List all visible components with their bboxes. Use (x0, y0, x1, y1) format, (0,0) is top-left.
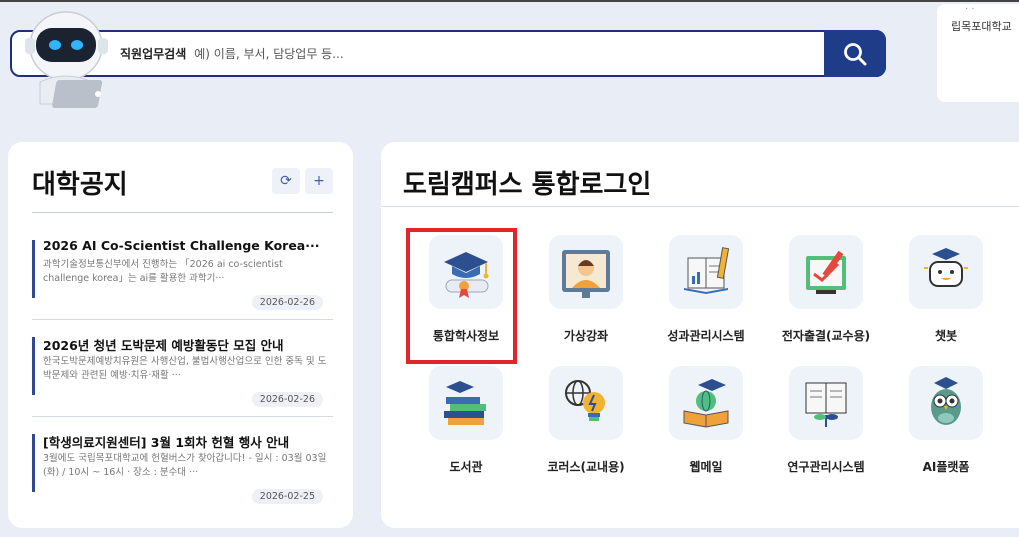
staff-search-bar: 직원업무검색 (10, 30, 886, 77)
university-notices-panel: 대학공지 ⟳ + 2026 AI Co-Scientist Challenge … (8, 142, 353, 528)
tile-label: AI플랫폼 (922, 460, 970, 474)
notices-divider (32, 212, 333, 213)
virtual-lecture-icon (562, 250, 610, 298)
notice-title: 2026 AI Co-Scientist Challenge Korea··· (43, 238, 320, 253)
notice-accent-bar (32, 337, 35, 395)
refresh-button[interactable]: ⟳ (272, 168, 300, 194)
refresh-icon: ⟳ (280, 173, 292, 189)
notice-item[interactable]: 2026년 청년 도박문제 예방활동단 모집 안내 한국도박문제예방치유원은 사… (32, 335, 333, 421)
search-icon (844, 42, 867, 65)
search-input[interactable] (194, 46, 715, 61)
tile-label: 연구관리시스템 (787, 460, 865, 474)
notices-title: 대학공지 (32, 170, 128, 200)
search-label: 직원업무검색 (120, 47, 187, 61)
tile-virtual-lecture[interactable]: 가상강좌 (531, 235, 641, 361)
notice-title: 2026년 청년 도박문제 예방활동단 모집 안내 (43, 338, 284, 353)
library-books-icon (444, 381, 486, 425)
plus-icon: + (313, 173, 325, 189)
notice-divider (32, 319, 333, 320)
notice-item[interactable]: [학생의료지원센터] 3월 1회차 헌혈 행사 안내 3월에도 국립목포대학교에… (32, 432, 333, 518)
card-fragment-text: · · (965, 4, 975, 15)
notice-description: 과학기술정보통신부에서 진행하는 「2026 ai co-scientist c… (43, 259, 283, 284)
tile-label: 코러스(교내용) (547, 460, 625, 474)
attendance-check-icon (806, 250, 846, 294)
selection-highlight (406, 228, 517, 364)
notice-date: 2026-02-25 (251, 489, 323, 504)
tile-label: 가상강좌 (563, 329, 609, 343)
tile-performance-system[interactable]: 성과관리시스템 (651, 235, 761, 361)
add-button[interactable]: + (305, 168, 333, 194)
performance-book-icon (684, 247, 730, 294)
research-book-plant-icon (805, 382, 847, 427)
tile-korus[interactable]: 코러스(교내용) (531, 366, 641, 492)
tile-webmail[interactable]: 웹메일 (651, 366, 761, 492)
notice-title: [학생의료지원센터] 3월 1회차 헌혈 행사 안내 (43, 435, 290, 450)
login-divider (381, 206, 1019, 207)
login-panel-title: 도림캠퍼스 통합로그인 (403, 170, 652, 200)
notice-accent-bar (32, 240, 35, 298)
tile-label: 챗봇 (934, 329, 958, 343)
notice-date: 2026-02-26 (251, 295, 323, 310)
tile-electronic-attendance[interactable]: 전자출결(교수용) (771, 235, 881, 361)
tile-label: 성과관리시스템 (667, 329, 745, 343)
tile-label: 웹메일 (689, 460, 723, 474)
lightbulb-globe-icon (565, 380, 605, 421)
tile-chatbot[interactable]: 챗봇 (891, 235, 1001, 361)
webmail-globe-book-icon (683, 379, 729, 428)
notice-divider (32, 416, 333, 417)
notice-item[interactable]: 2026 AI Co-Scientist Challenge Korea··· … (32, 238, 333, 324)
top-border (0, 0, 1019, 2)
university-name-text: 립목포대학교 (951, 20, 1012, 33)
search-button[interactable] (824, 30, 886, 77)
chatbot-icon (924, 248, 968, 287)
ai-owl-icon (931, 377, 961, 425)
robot-mascot-icon (25, 11, 108, 108)
notice-date: 2026-02-26 (251, 392, 323, 407)
top-right-card[interactable]: · · 립목포대학교 (937, 4, 1019, 102)
notice-description: 한국도박문제예방치유원은 사행산업, 불법사행산업으로 인한 중독 및 도박문제… (43, 356, 327, 381)
tile-research-management[interactable]: 연구관리시스템 (771, 366, 881, 492)
tile-label: 도서관 (449, 460, 483, 474)
notice-description: 3월에도 국립목포대학교에 헌혈버스가 찾아갑니다! - 일시 : 03월 03… (43, 453, 327, 478)
tile-label: 전자출결(교수용) (781, 329, 871, 343)
tile-ai-platform[interactable]: AI플랫폼 (891, 366, 1001, 492)
tile-library[interactable]: 도서관 (411, 366, 521, 492)
notice-accent-bar (32, 434, 35, 492)
